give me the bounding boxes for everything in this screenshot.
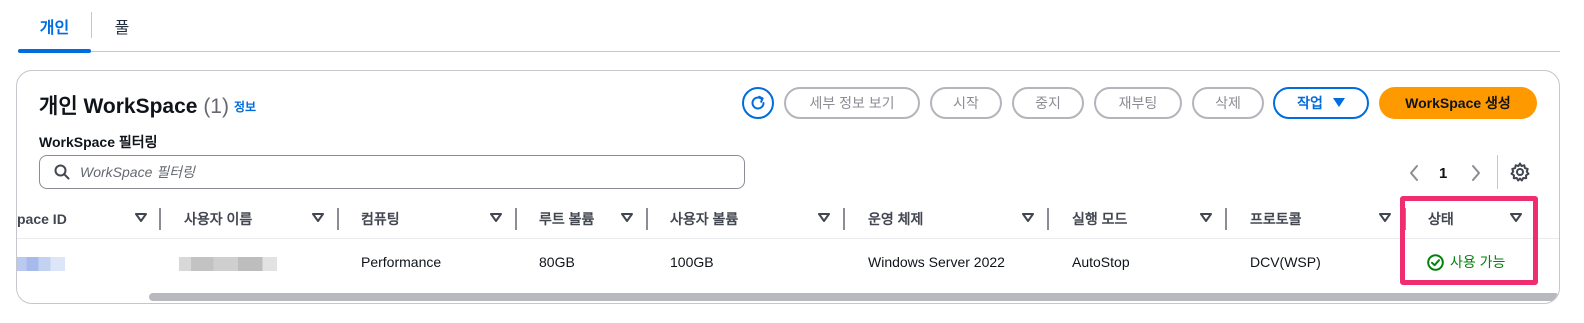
cell-compute: Performance <box>361 254 442 270</box>
filter-input[interactable] <box>80 164 720 180</box>
panel-title: 개인 WorkSpace (1) <box>39 90 229 120</box>
status-text: 사용 가능 <box>1450 254 1506 270</box>
pager-divider <box>1497 155 1498 189</box>
column-header-workspace-id[interactable]: pace ID <box>17 199 67 239</box>
column-header-user-volume[interactable]: 사용자 볼륨 <box>670 199 738 239</box>
refresh-icon <box>751 95 765 110</box>
check-circle-icon <box>1427 253 1444 271</box>
reboot-button[interactable]: 재부팅 <box>1094 87 1182 119</box>
delete-button[interactable]: 삭제 <box>1192 87 1264 119</box>
view-details-button[interactable]: 세부 정보 보기 <box>784 87 920 119</box>
sort-caret-icon[interactable] <box>818 213 830 223</box>
sort-caret-icon[interactable] <box>490 213 502 223</box>
scrollbar-thumb[interactable] <box>149 293 1559 301</box>
sort-caret-icon[interactable] <box>312 213 324 223</box>
gear-icon[interactable] <box>1510 162 1530 182</box>
workspaces-panel: 개인 WorkSpace (1) 정보 세부 정보 보기 시작 중지 재부팅 삭… <box>16 70 1560 304</box>
table-row[interactable]: Performance 80GB 100GB Windows Server 20… <box>17 240 1559 284</box>
column-separator[interactable] <box>843 208 845 230</box>
column-separator[interactable] <box>646 208 648 230</box>
column-separator[interactable] <box>515 208 517 230</box>
search-icon <box>54 164 70 180</box>
cell-root-volume: 80GB <box>539 254 575 270</box>
username-redacted <box>179 257 277 271</box>
tab-personal[interactable]: 개인 <box>18 0 91 53</box>
sort-caret-icon[interactable] <box>1022 213 1034 223</box>
column-separator[interactable] <box>1225 208 1227 230</box>
column-header-username[interactable]: 사용자 이름 <box>184 199 252 239</box>
info-link[interactable]: 정보 <box>234 98 256 115</box>
start-button[interactable]: 시작 <box>930 87 1002 119</box>
horizontal-scrollbar[interactable] <box>17 291 1559 303</box>
column-header-root-volume[interactable]: 루트 볼륨 <box>539 199 594 239</box>
panel-title-text: 개인 WorkSpace <box>39 95 198 118</box>
chevron-right-icon[interactable] <box>1469 164 1483 182</box>
cell-user-volume: 100GB <box>670 254 714 270</box>
column-header-running-mode[interactable]: 실행 모드 <box>1072 199 1127 239</box>
stop-button[interactable]: 중지 <box>1012 87 1084 119</box>
column-header-os[interactable]: 운영 체제 <box>868 199 923 239</box>
workspace-id-link-redacted[interactable] <box>17 257 65 271</box>
actions-dropdown-button[interactable]: 작업 <box>1273 87 1369 119</box>
column-separator[interactable] <box>159 208 161 230</box>
create-workspace-button[interactable]: WorkSpace 생성 <box>1379 87 1537 119</box>
caret-down-icon <box>1332 98 1345 107</box>
filter-label: WorkSpace 필터링 <box>39 134 158 150</box>
column-header-status[interactable]: 상태 <box>1428 199 1454 239</box>
cell-status: 사용 가능 <box>1427 240 1505 284</box>
sort-caret-icon[interactable] <box>135 213 147 223</box>
panel-count: (1) <box>203 95 229 118</box>
sort-caret-icon[interactable] <box>621 213 633 223</box>
cell-protocol: DCV(WSP) <box>1250 254 1321 270</box>
sort-caret-icon[interactable] <box>1200 213 1212 223</box>
column-separator[interactable] <box>1404 208 1406 230</box>
filter-field[interactable] <box>39 155 745 189</box>
cell-os: Windows Server 2022 <box>868 254 1005 270</box>
table-header: pace ID 사용자 이름 컴퓨팅 루트 볼륨 사용자 볼륨 운영 체제 실행… <box>17 199 1559 239</box>
page-number[interactable]: 1 <box>1439 165 1447 182</box>
column-separator[interactable] <box>337 208 339 230</box>
column-header-protocol[interactable]: 프로토콜 <box>1250 199 1302 239</box>
column-separator[interactable] <box>1047 208 1049 230</box>
refresh-button[interactable] <box>742 87 774 119</box>
chevron-left-icon[interactable] <box>1407 164 1421 182</box>
cell-running-mode: AutoStop <box>1072 254 1130 270</box>
actions-label: 작업 <box>1297 95 1323 111</box>
sort-caret-icon[interactable] <box>1379 213 1391 223</box>
sort-caret-icon[interactable] <box>1510 213 1522 223</box>
tab-bar: 개인 풀 <box>18 0 1560 53</box>
tab-pool[interactable]: 풀 <box>92 0 152 52</box>
column-header-compute[interactable]: 컴퓨팅 <box>361 199 400 239</box>
